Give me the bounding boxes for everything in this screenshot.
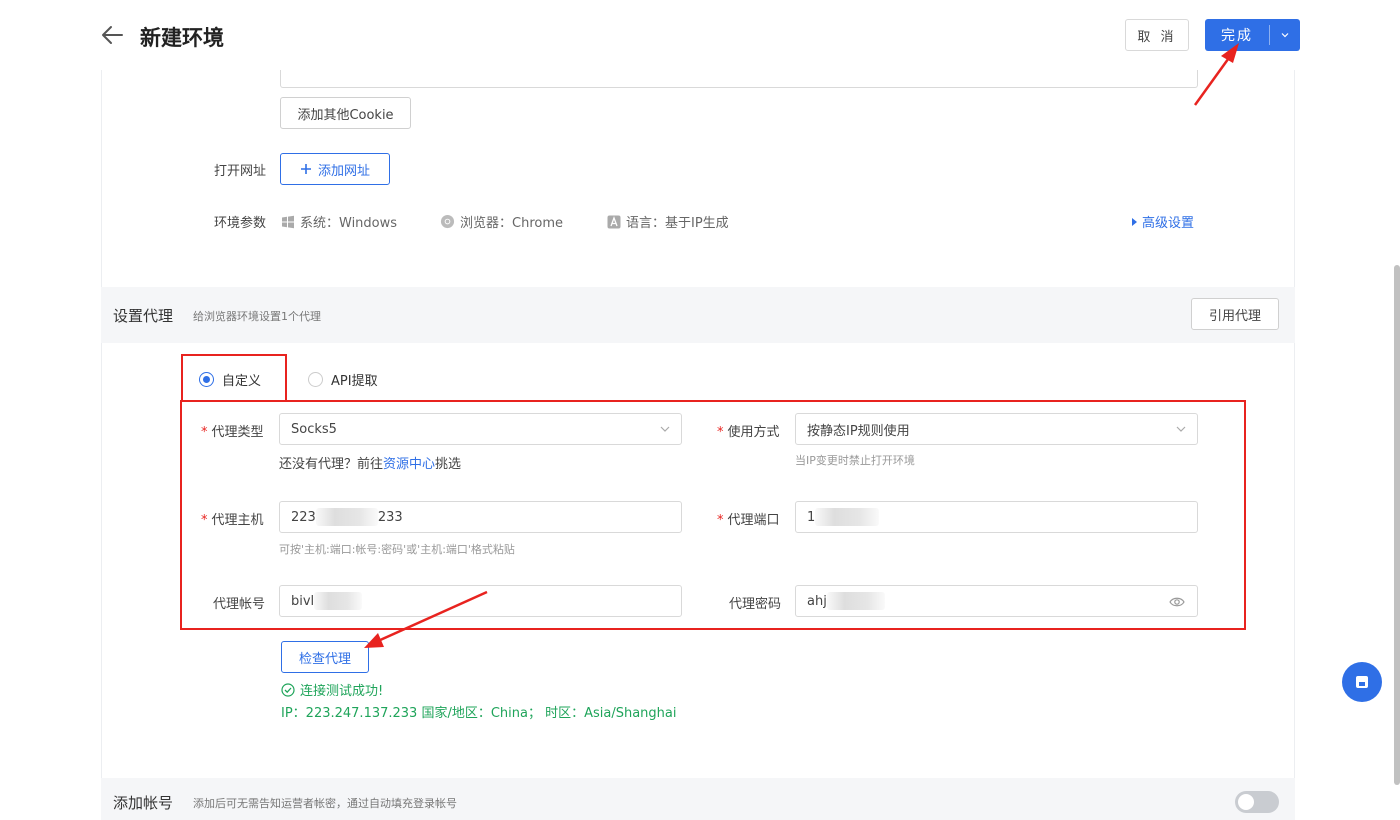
radio-api-dot (308, 372, 323, 387)
annotation-box-radio (181, 354, 287, 402)
proxy-host-input[interactable]: 223 233 (279, 501, 682, 533)
proxy-account-label: 代理帐号 (213, 597, 266, 612)
proxy-type-label: * 代理类型 (201, 425, 264, 440)
add-url-button[interactable]: 添加网址 (280, 153, 390, 185)
proxy-section-title: 设置代理 (113, 307, 174, 325)
ip-info: IP：223.247.137.233 国家/地区：China； 时区：Asia/… (281, 706, 677, 721)
add-account-toggle[interactable] (1235, 791, 1279, 813)
no-proxy-hint: 还没有代理？前往资源中心挑选 (279, 457, 462, 472)
reference-proxy-button[interactable]: 引用代理 (1191, 298, 1279, 330)
redacted-blur (815, 508, 880, 526)
done-button[interactable]: 完成 (1205, 19, 1269, 51)
chrome-icon (440, 214, 455, 229)
page-header: 新建环境 取 消 完成 (0, 0, 1400, 70)
usage-hint: 当IP变更时禁止打开环境 (795, 454, 915, 467)
proxy-password-input[interactable]: ahj (795, 585, 1198, 617)
chevron-down-icon (1281, 33, 1289, 38)
caret-right-icon (1132, 217, 1137, 226)
redacted-blur (826, 592, 885, 610)
param-system: 系统：Windows (281, 212, 397, 231)
proxy-password-value: ahj (807, 593, 827, 609)
save-icon (1356, 676, 1368, 688)
scrollbar-thumb[interactable] (1394, 265, 1400, 785)
proxy-host-prefix: 223 (291, 509, 316, 525)
chevron-down-icon (1176, 426, 1186, 432)
cookie-textarea[interactable] (280, 70, 1198, 88)
redacted-blur (314, 592, 363, 610)
proxy-type-select[interactable]: Socks5 (279, 413, 682, 445)
page-title: 新建环境 (140, 26, 224, 50)
param-browser-text: 浏览器：Chrome (460, 216, 563, 231)
account-section-title: 添加帐号 (113, 794, 174, 812)
floating-save-button[interactable] (1342, 662, 1382, 702)
proxy-account-input[interactable]: bivl (279, 585, 682, 617)
param-language: 语言：基于IP生成 (607, 212, 729, 231)
redacted-blur (315, 508, 378, 526)
radio-api-label: API提取 (331, 374, 378, 389)
eye-icon[interactable] (1169, 595, 1185, 609)
param-language-text: 语言：基于IP生成 (626, 216, 729, 231)
resource-center-link[interactable]: 资源中心 (383, 457, 435, 472)
proxy-host-suffix: 233 (377, 509, 403, 525)
done-button-group: 完成 (1205, 19, 1300, 51)
usage-select[interactable]: 按静态IP规则使用 (795, 413, 1198, 445)
add-cookie-button[interactable]: 添加其他Cookie (280, 97, 411, 129)
advanced-settings-link[interactable]: 高级设置 (1131, 212, 1194, 231)
check-circle-icon (281, 682, 295, 697)
advanced-settings-label: 高级设置 (1142, 216, 1195, 231)
usage-label: * 使用方式 (717, 425, 780, 440)
proxy-port-input[interactable]: 1 (795, 501, 1198, 533)
proxy-section-subtitle: 给浏览器环境设置1个代理 (193, 310, 321, 323)
add-url-label: 添加网址 (317, 163, 370, 179)
proxy-password-label: 代理密码 (729, 597, 782, 612)
windows-icon (282, 215, 294, 228)
proxy-port-value: 1 (807, 509, 816, 525)
usage-value: 按静态IP规则使用 (807, 423, 910, 439)
done-dropdown-button[interactable] (1270, 19, 1300, 51)
open-url-label: 打开网址 (214, 164, 267, 179)
connection-success-text: 连接测试成功! (300, 684, 384, 699)
plus-icon (300, 164, 311, 174)
radio-api[interactable]: API提取 (308, 370, 378, 389)
param-browser: 浏览器：Chrome (440, 212, 563, 231)
proxy-section-header: 设置代理 给浏览器环境设置1个代理 引用代理 (101, 287, 1295, 343)
connection-success: 连接测试成功! (281, 680, 383, 699)
cancel-button[interactable]: 取 消 (1125, 19, 1189, 51)
language-icon (607, 215, 621, 228)
proxy-host-label: * 代理主机 (201, 513, 264, 528)
env-params-label: 环境参数 (214, 216, 267, 231)
chevron-down-icon (660, 426, 670, 432)
back-arrow-icon[interactable] (100, 22, 126, 48)
account-section-header: 添加帐号 添加后可无需告知运营者帐密，通过自动填充登录帐号 (101, 778, 1295, 820)
check-proxy-button[interactable]: 检查代理 (281, 641, 369, 673)
param-system-text: 系统：Windows (300, 216, 398, 231)
account-section-subtitle: 添加后可无需告知运营者帐密，通过自动填充登录帐号 (193, 797, 457, 810)
proxy-type-value: Socks5 (291, 421, 337, 437)
proxy-port-label: * 代理端口 (717, 513, 780, 528)
proxy-host-hint: 可按'主机:端口:帐号:密码'或'主机:端口'格式粘贴 (279, 543, 515, 556)
proxy-account-value: bivl (291, 593, 315, 609)
